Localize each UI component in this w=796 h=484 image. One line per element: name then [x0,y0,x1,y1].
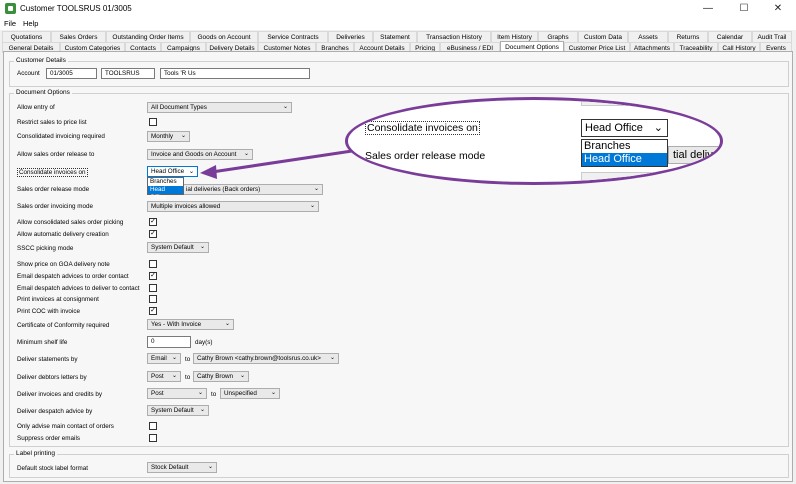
arrow-line [211,149,353,174]
arrow-head-icon [200,165,217,179]
callout-arrow [200,149,353,179]
